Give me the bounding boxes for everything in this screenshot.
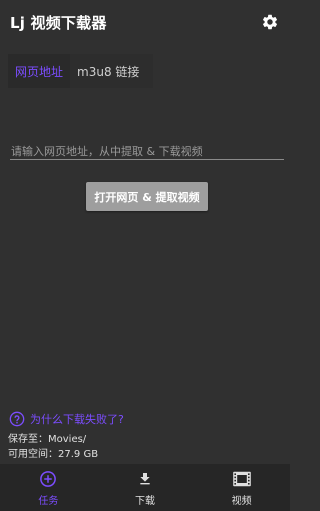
app-bar: Lj 视频下载器 [0,0,290,44]
help-circle-icon [9,411,25,427]
tab-m3u8-link[interactable]: m3u8 链接 [70,54,146,88]
nav-label-tasks: 任务 [38,495,59,507]
free-space: 可用空间：27.9 GB [8,449,99,460]
url-input[interactable] [10,142,284,161]
save-location: 保存至：Movies/ [8,434,87,445]
help-link-text[interactable]: 为什么下载失败了? [30,411,124,427]
download-icon [140,472,150,484]
open-and-extract-button[interactable]: 打开网页 & 提取视频 [86,182,208,211]
settings-button[interactable] [250,0,290,44]
tab-web-url[interactable]: 网页地址 [8,54,71,88]
nav-label-downloads: 下载 [135,495,155,507]
help-link[interactable]: 为什么下载失败了? [9,410,124,428]
nav-label-videos: 视频 [231,495,252,507]
add-circle-icon [40,470,57,487]
url-field [10,140,284,161]
nav-item-tasks[interactable]: 任务 [0,464,97,511]
app-root: Lj 视频下载器 网页地址 m3u8 链接 打开网页 & 提取视频 为什么下载失… [0,0,290,511]
bottom-nav: 任务 下载 视频 [0,464,290,511]
nav-item-downloads[interactable]: 下载 [97,464,194,511]
app-title: Lj 视频下载器 [10,13,107,32]
tab-bar: 网页地址 m3u8 链接 [8,54,153,88]
gear-icon [262,14,278,30]
film-icon [232,471,251,486]
nav-item-videos[interactable]: 视频 [193,464,290,511]
